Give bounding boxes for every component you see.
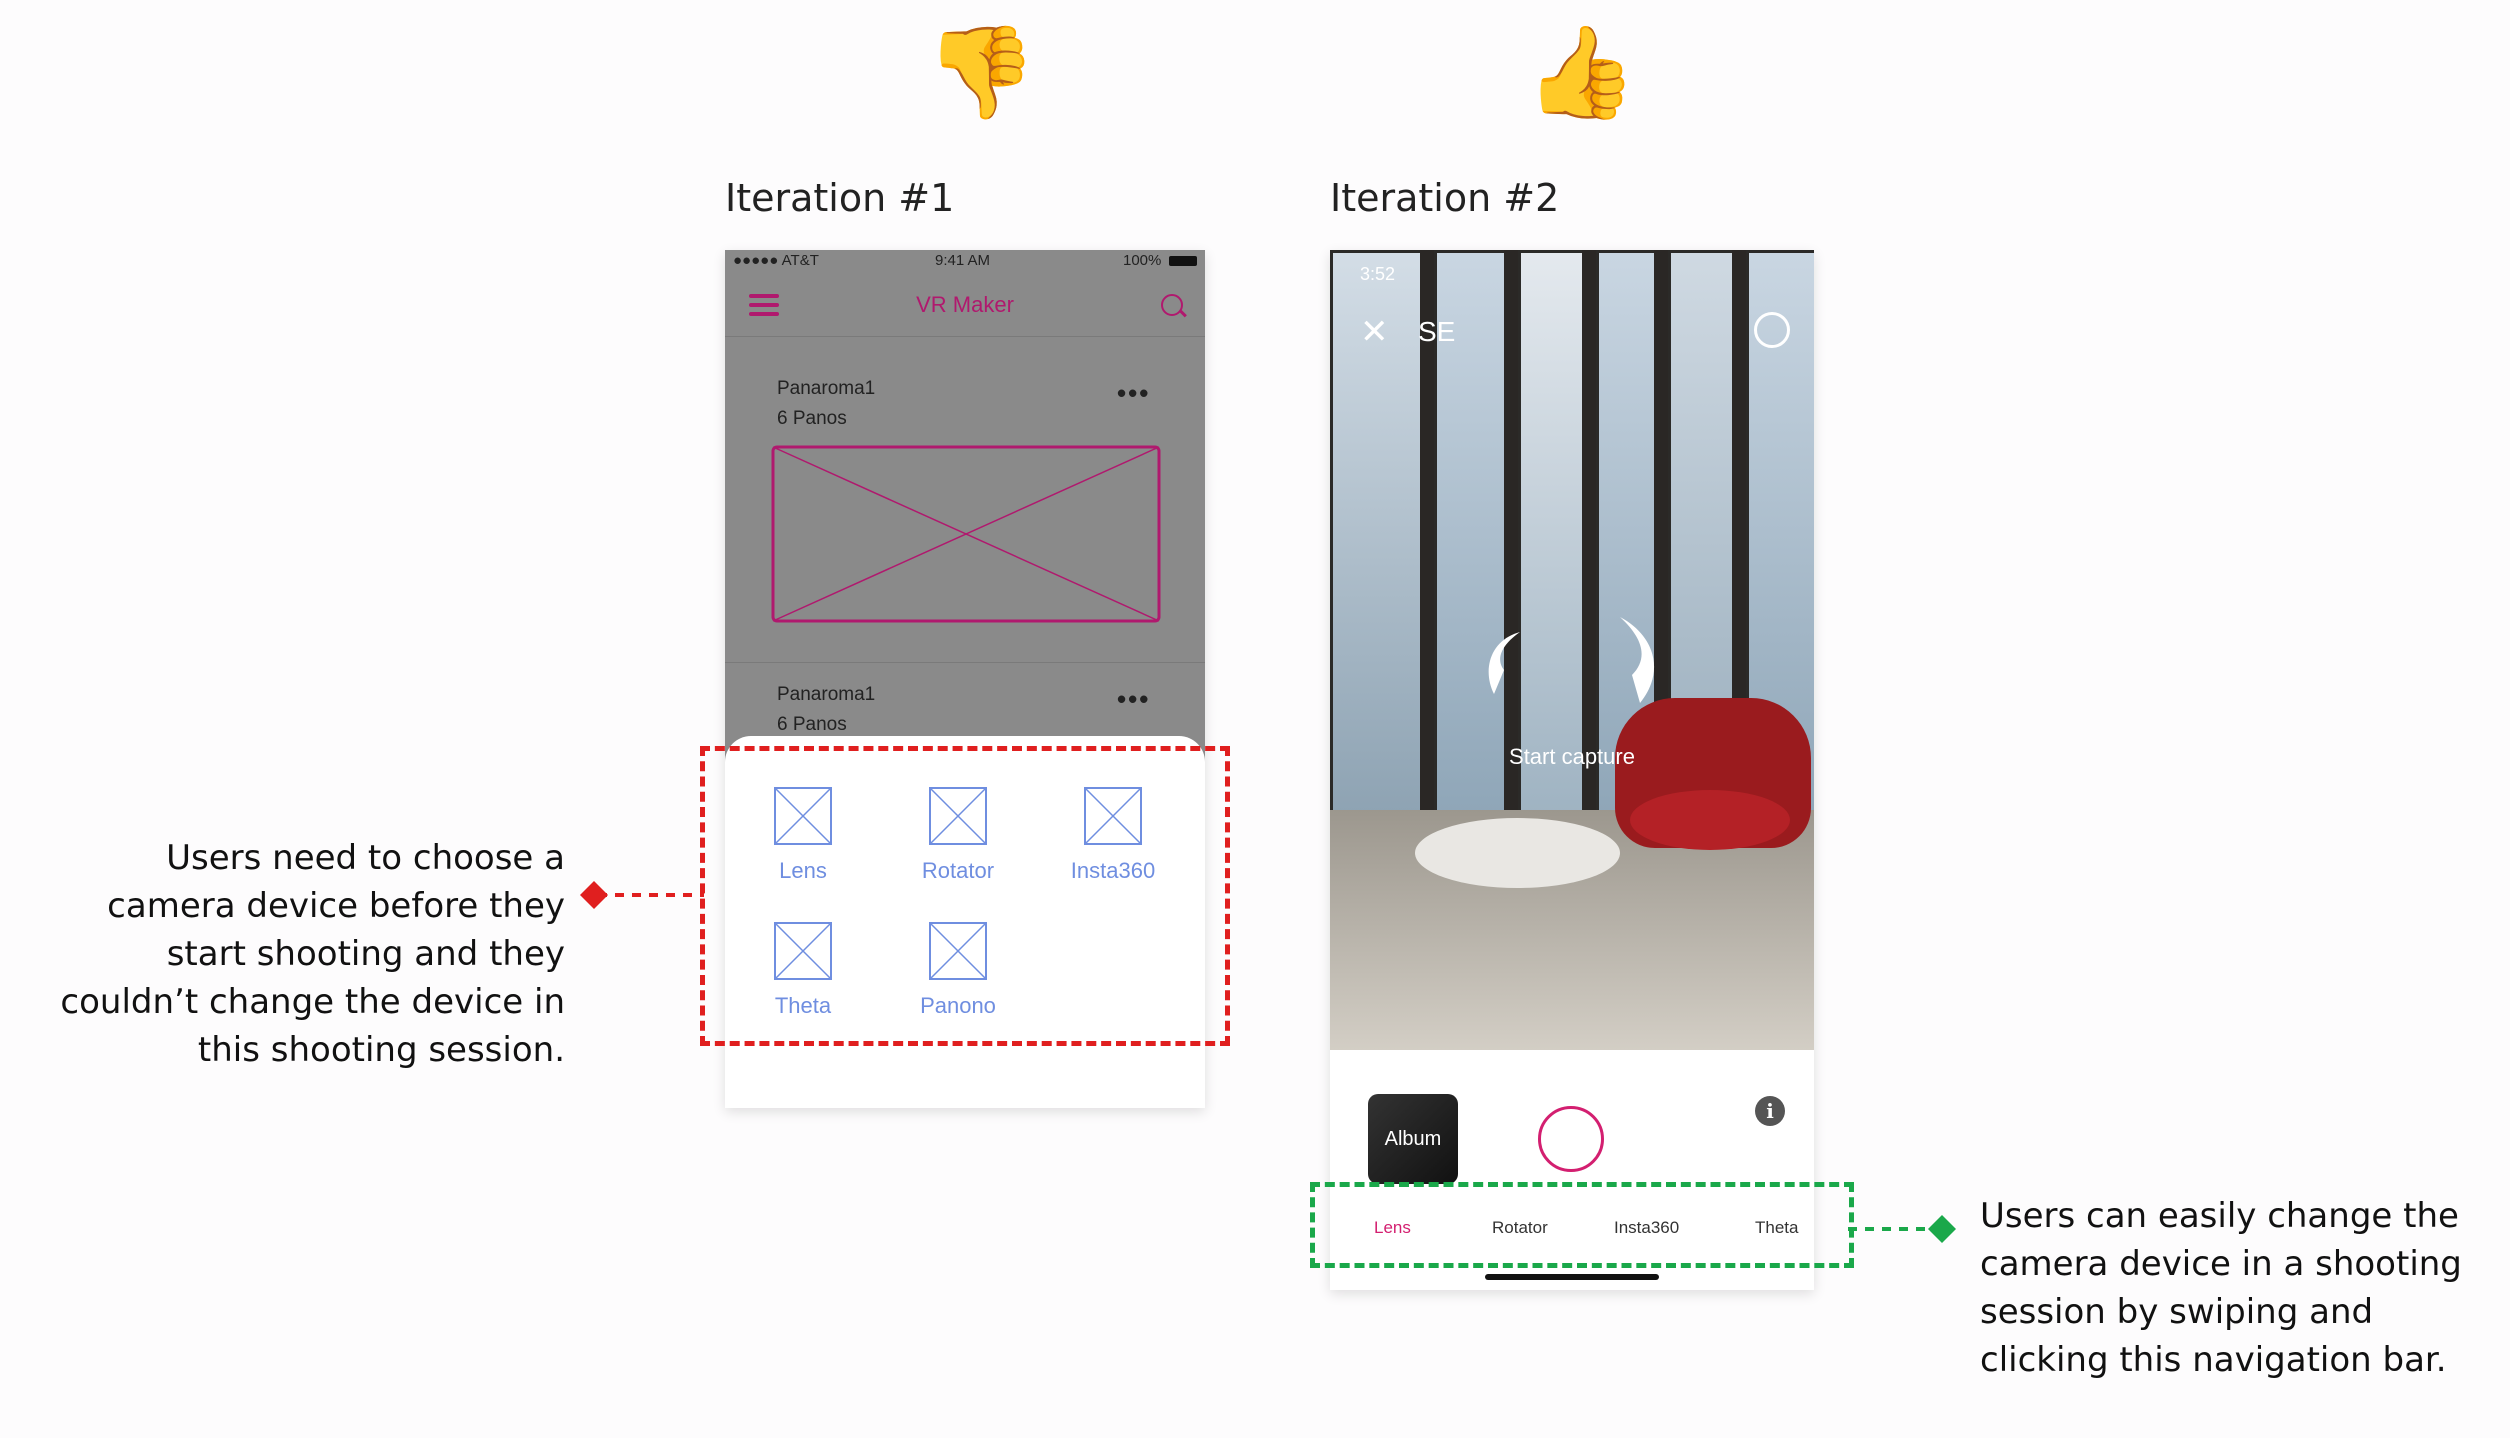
- divider: [725, 662, 1205, 663]
- left-annotation: Users need to choose a camera device bef…: [60, 834, 565, 1074]
- home-indicator[interactable]: [1485, 1274, 1659, 1280]
- info-icon[interactable]: i: [1755, 1096, 1785, 1126]
- thumbs-down-icon: 👎: [925, 20, 1038, 125]
- thumbs-up-icon: 👍: [1525, 20, 1638, 125]
- start-capture-label: Start capture: [1509, 744, 1635, 769]
- status-time: 9:41 AM: [935, 252, 991, 269]
- note-line: couldn’t change the device in: [60, 982, 565, 1022]
- red-connector: [580, 881, 704, 909]
- iteration-1-title: Iteration #1: [725, 176, 955, 220]
- panorama-name: Panaroma1: [777, 684, 876, 705]
- battery-icon: [1169, 256, 1197, 266]
- red-diamond-icon: [580, 881, 608, 909]
- battery-label: 100%: [1123, 252, 1162, 269]
- album-button[interactable]: Album: [1368, 1094, 1458, 1184]
- panorama-thumbnail-placeholder[interactable]: [771, 445, 1161, 623]
- right-annotation: Users can easily change the camera devic…: [1980, 1192, 2500, 1384]
- capture-guide-left-icon: [1488, 632, 1520, 694]
- search-icon[interactable]: [1161, 294, 1183, 316]
- panorama-count: 6 Panos: [777, 714, 847, 735]
- app-title: VR Maker: [916, 292, 1014, 317]
- more-options-icon[interactable]: •••: [1117, 378, 1150, 409]
- note-line: Users can easily change the: [1980, 1196, 2459, 1236]
- camera-viewfinder[interactable]: 3:52 ✕ SE Start capture: [1330, 250, 1814, 1050]
- capture-guide-right-icon: [1620, 617, 1655, 703]
- white-table: [1415, 818, 1620, 888]
- more-options-icon[interactable]: •••: [1117, 684, 1150, 715]
- nav-bar: VR Maker: [725, 272, 1205, 337]
- iteration-2-screen: 3:52 ✕ SE Start capture Album i Lens Rot…: [1330, 250, 1814, 1290]
- shutter-button[interactable]: [1538, 1106, 1604, 1172]
- device-picker-highlight: [700, 746, 1230, 1046]
- note-line: clicking this navigation bar.: [1980, 1340, 2447, 1380]
- green-diamond-icon: [1928, 1215, 1956, 1243]
- level-indicator-icon[interactable]: [1754, 312, 1790, 348]
- note-line: camera device before they: [107, 886, 565, 926]
- panorama-count: 6 Panos: [777, 408, 847, 429]
- note-line: session by swiping and: [1980, 1292, 2374, 1332]
- close-icon[interactable]: ✕: [1360, 312, 1389, 352]
- mode-label: SE: [1418, 316, 1456, 347]
- green-connector: [1848, 1215, 1956, 1243]
- note-line: start shooting and they: [166, 934, 565, 974]
- note-line: this shooting session.: [197, 1030, 565, 1070]
- panorama-name: Panaroma1: [777, 378, 876, 399]
- iteration-2-title: Iteration #2: [1330, 176, 1560, 220]
- device-tab-bar-highlight: [1310, 1182, 1854, 1268]
- carrier-label: ●●●●● AT&T: [733, 252, 819, 269]
- status-time: 3:52: [1360, 264, 1396, 284]
- status-bar: ●●●●● AT&T 9:41 AM 100%: [725, 250, 1205, 272]
- note-line: camera device in a shooting: [1980, 1244, 2462, 1284]
- note-line: Users need to choose a: [166, 838, 565, 878]
